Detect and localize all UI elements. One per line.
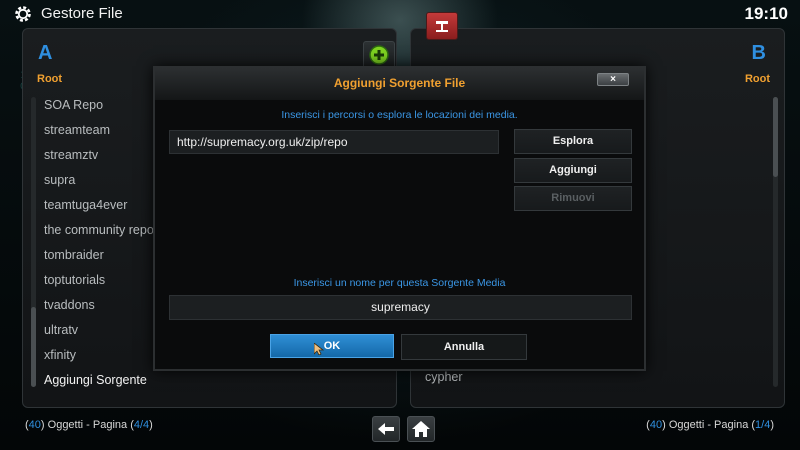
item-count: 40 bbox=[28, 419, 41, 431]
source-name-field[interactable]: supremacy bbox=[169, 295, 632, 320]
home-icon bbox=[412, 421, 430, 437]
right-scrollbar[interactable] bbox=[773, 97, 778, 387]
source-path-field[interactable]: http://supremacy.org.uk/zip/repo bbox=[169, 130, 499, 154]
right-footer-status: (40) Oggetti - Pagina (1/4) bbox=[646, 419, 774, 431]
add-source-icon bbox=[369, 45, 389, 65]
clock: 19:10 bbox=[744, 4, 788, 23]
left-footer-status: (40) Oggetti - Pagina (4/4) bbox=[25, 419, 153, 431]
browse-button[interactable]: Esplora bbox=[514, 129, 632, 154]
add-button[interactable]: Aggiungi bbox=[514, 158, 632, 183]
dialog-title: Aggiungi Sorgente File bbox=[333, 76, 466, 90]
remove-button[interactable]: Rimuovi bbox=[514, 186, 632, 211]
scrollbar-thumb[interactable] bbox=[773, 97, 778, 177]
page-title: Gestore File bbox=[41, 5, 123, 22]
page-indicator: 4/4 bbox=[133, 419, 150, 431]
close-icon: × bbox=[610, 74, 616, 85]
source-path-value: http://supremacy.org.uk/zip/repo bbox=[177, 135, 348, 149]
add-source-dialog: Aggiungi Sorgente File × Inserisci i per… bbox=[153, 66, 646, 371]
list-item[interactable]: cypher bbox=[425, 370, 463, 384]
paths-hint: Inserisci i percorsi o esplora le locazi… bbox=[281, 109, 518, 121]
left-scrollbar[interactable] bbox=[31, 97, 36, 387]
scrollbar-thumb[interactable] bbox=[31, 307, 36, 387]
close-button[interactable]: × bbox=[597, 73, 629, 86]
footer-text: ) Oggetti - Pagina ( bbox=[662, 419, 756, 431]
footer-text: ) Oggetti - Pagina ( bbox=[40, 419, 134, 431]
add-source-item[interactable]: Aggiungi Sorgente bbox=[44, 368, 354, 393]
panel-path: Root bbox=[744, 73, 770, 85]
mouse-cursor-icon bbox=[314, 343, 324, 355]
favourites-icon bbox=[436, 21, 448, 32]
back-arrow-icon bbox=[378, 423, 394, 435]
panel-path: Root bbox=[37, 73, 63, 85]
back-button[interactable] bbox=[372, 416, 400, 442]
app-header: Gestore File 19:10 bbox=[0, 0, 800, 28]
cancel-button[interactable]: Annulla bbox=[401, 334, 527, 360]
item-count: 40 bbox=[649, 419, 663, 431]
name-hint: Inserisci un nome per questa Sorgente Me… bbox=[293, 277, 506, 289]
source-name-value: supremacy bbox=[371, 300, 430, 314]
home-button[interactable] bbox=[407, 416, 435, 442]
panel-letter: A bbox=[38, 42, 53, 64]
ok-button[interactable]: OK bbox=[270, 334, 394, 358]
add-source-button[interactable] bbox=[363, 41, 395, 69]
page-indicator: 1/4 bbox=[755, 419, 771, 431]
favourites-button[interactable] bbox=[426, 12, 458, 40]
gear-icon[interactable] bbox=[13, 4, 33, 24]
panel-letter: B bbox=[751, 42, 766, 64]
